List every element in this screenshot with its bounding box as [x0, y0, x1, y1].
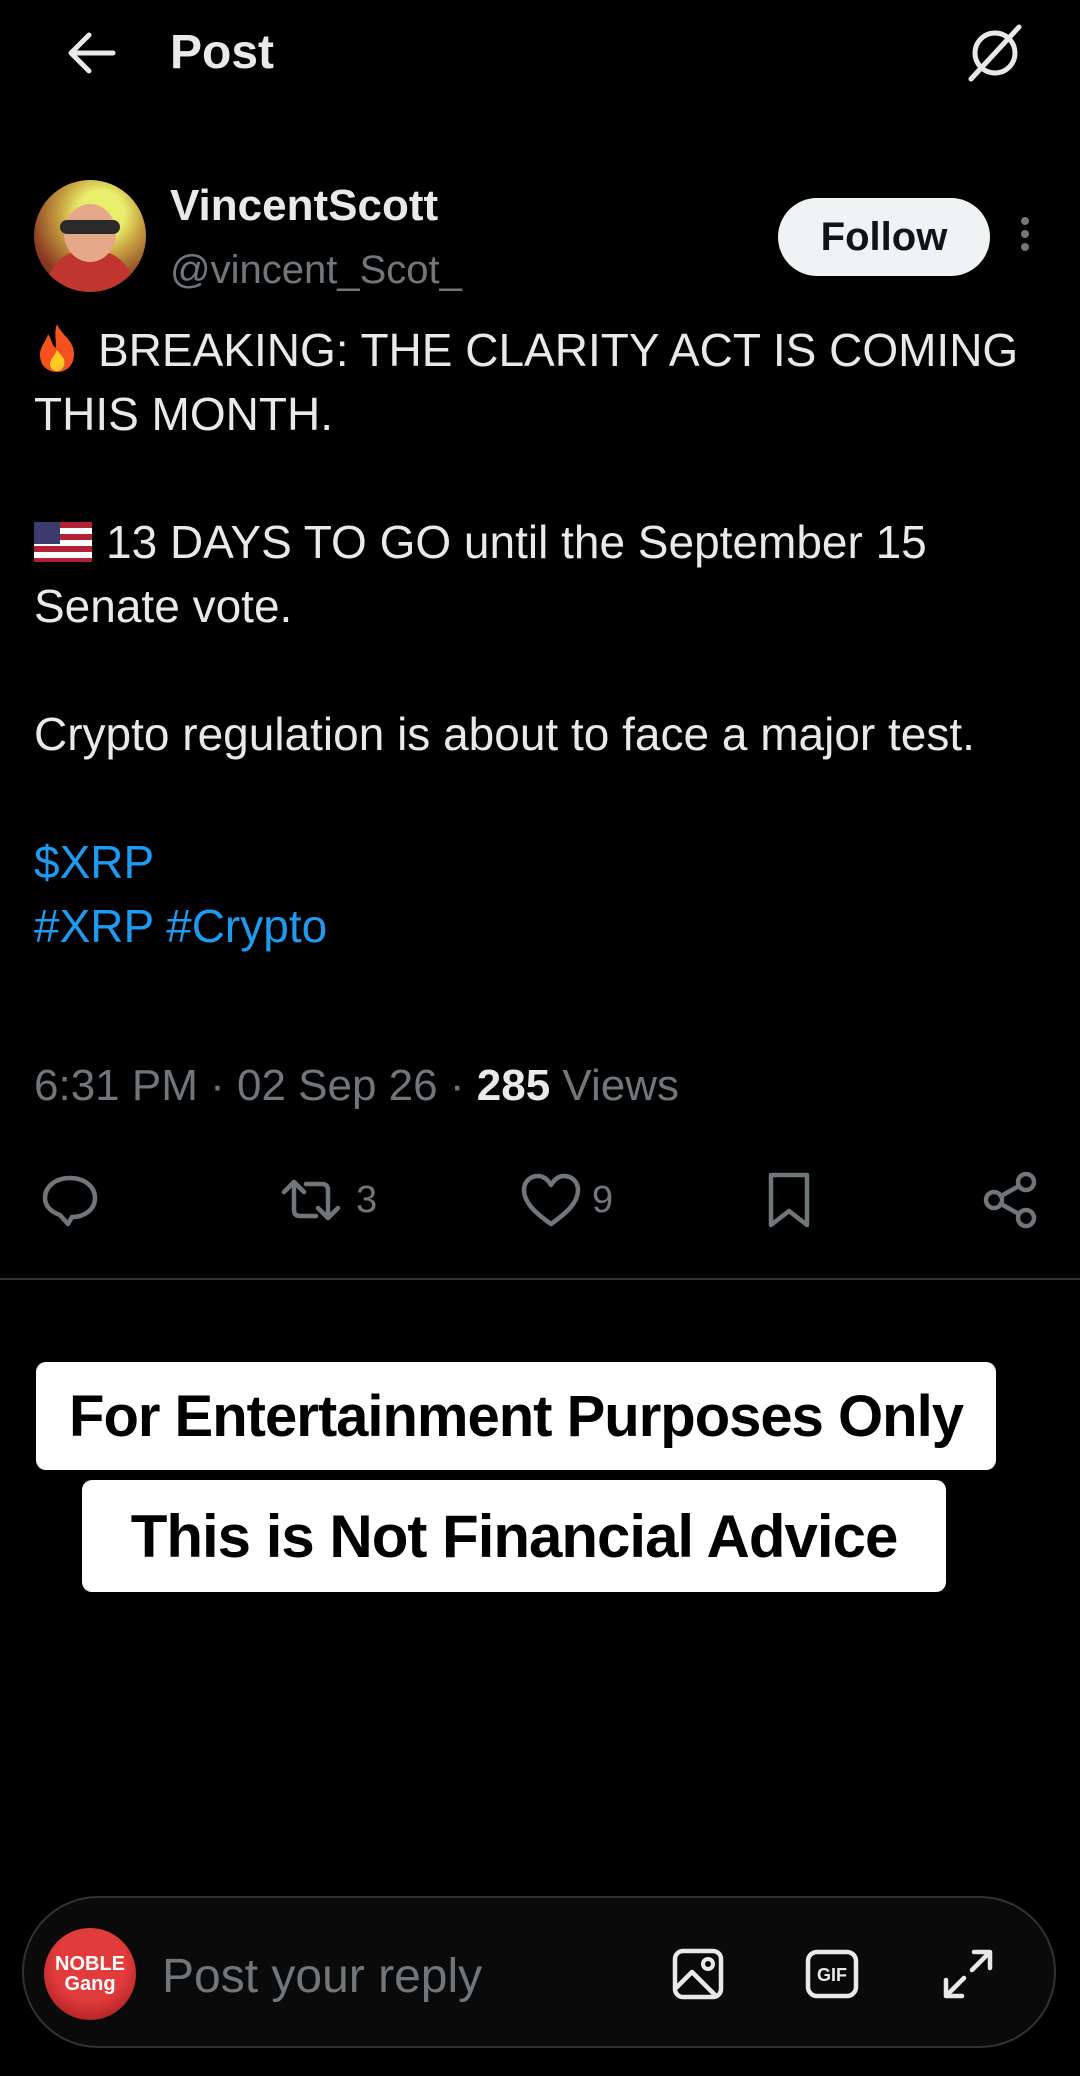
- meta-separator: ·: [449, 1061, 465, 1110]
- back-arrow-icon[interactable]: [58, 22, 124, 84]
- grok-icon[interactable]: [958, 16, 1032, 90]
- post-line3: Crypto regulation is about to face a maj…: [34, 708, 975, 760]
- top-bar: Post: [0, 0, 1080, 110]
- post-text: BREAKING: THE CLARITY ACT IS COMING THIS…: [34, 318, 1054, 958]
- follow-button[interactable]: Follow: [778, 198, 990, 276]
- bookmark-button[interactable]: [764, 1170, 814, 1230]
- views-count: 285: [476, 1061, 551, 1110]
- gif-icon[interactable]: GIF: [800, 1942, 864, 2006]
- comment-icon: [42, 1175, 98, 1227]
- more-vertical-icon[interactable]: [1010, 212, 1040, 264]
- reply-button[interactable]: [40, 1170, 100, 1230]
- post-date: 02 Sep 26: [237, 1061, 438, 1110]
- hashtag-xrp-link[interactable]: #XRP: [34, 900, 153, 952]
- share-button[interactable]: [980, 1170, 1040, 1230]
- disclaimer-line1: For Entertainment Purposes Only: [36, 1362, 996, 1470]
- heart-icon: [521, 1173, 581, 1227]
- repost-count: 3: [356, 1178, 378, 1221]
- divider: [0, 1278, 1080, 1280]
- us-flag-emoji-icon: [34, 522, 92, 562]
- hashtag-crypto-link[interactable]: #Crypto: [166, 900, 327, 952]
- post-line-days: 13 DAYS TO GO until the September 15 Sen…: [34, 510, 1054, 638]
- bookmark-icon: [768, 1172, 810, 1228]
- post-line2: 13 DAYS TO GO until the September 15 Sen…: [34, 516, 927, 632]
- post-line1: BREAKING: THE CLARITY ACT IS COMING THIS…: [34, 324, 1019, 440]
- post-time: 6:31 PM: [34, 1061, 198, 1110]
- image-icon[interactable]: [666, 1942, 730, 2006]
- share-icon: [983, 1171, 1037, 1229]
- like-button[interactable]: 9: [520, 1170, 613, 1230]
- fire-emoji-icon: [34, 322, 80, 374]
- repost-button[interactable]: 3: [276, 1170, 377, 1230]
- views-label: Views: [562, 1061, 679, 1110]
- repost-icon: [281, 1179, 341, 1221]
- author-avatar[interactable]: [34, 180, 146, 292]
- like-count: 9: [592, 1178, 614, 1221]
- author-handle[interactable]: @vincent_Scot_: [170, 246, 462, 294]
- post-line-breaking: BREAKING: THE CLARITY ACT IS COMING THIS…: [34, 318, 1054, 446]
- post-meta: 6:31 PM · 02 Sep 26 · 285 Views: [34, 1054, 679, 1118]
- author-name[interactable]: VincentScott: [170, 180, 438, 232]
- expand-icon[interactable]: [936, 1942, 1000, 2006]
- meta-separator: ·: [210, 1061, 225, 1110]
- svg-text:GIF: GIF: [817, 1965, 847, 1985]
- user-avatar[interactable]: NOBLE Gang: [44, 1928, 136, 2020]
- reply-input[interactable]: [160, 1940, 644, 2012]
- page-title: Post: [170, 26, 275, 79]
- cashtag-link[interactable]: $XRP: [34, 836, 154, 888]
- disclaimer-line2: This is Not Financial Advice: [82, 1480, 946, 1592]
